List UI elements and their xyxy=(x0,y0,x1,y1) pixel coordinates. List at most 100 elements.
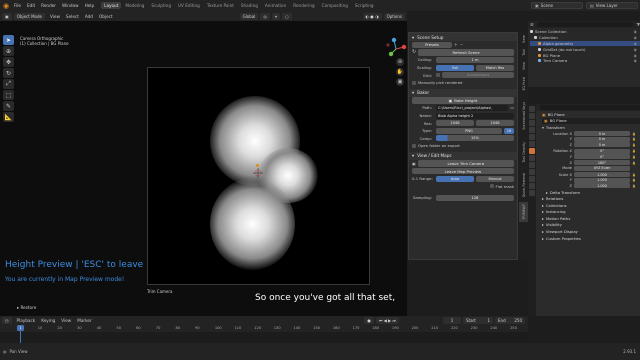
visibility-eye-icon[interactable]: ◉ xyxy=(634,41,637,46)
leave-trim-camera-button[interactable]: Leave Trim Camera xyxy=(417,160,514,167)
modifier-tab-icon[interactable] xyxy=(529,155,535,161)
visibility-eye-icon[interactable]: ◉ xyxy=(634,53,637,58)
object-name-field[interactable]: ▣ BG Plane xyxy=(542,118,640,124)
sidebar-tab-item[interactable]: Item xyxy=(519,32,528,46)
physics-tab-icon[interactable] xyxy=(529,169,535,175)
sampling-field[interactable]: 128 xyxy=(436,194,514,201)
view-layer-tab-icon[interactable] xyxy=(529,127,535,133)
scale-x-field[interactable]: 1.000 xyxy=(574,172,630,178)
outliner-item[interactable]: Trim Camera ◉ xyxy=(530,58,640,64)
tab-rendering[interactable]: Rendering xyxy=(290,2,317,9)
properties-search-input[interactable] xyxy=(540,105,640,110)
rotate-tool-icon[interactable]: ↻ xyxy=(3,68,14,78)
zoom-icon[interactable]: ⊕ xyxy=(396,58,404,66)
scale-z-field[interactable]: 1.000 xyxy=(574,183,630,189)
move-tool-icon[interactable]: ✥ xyxy=(3,57,14,67)
sidebar-tab-tool-density[interactable]: Tool Density xyxy=(519,136,528,169)
outliner-search-input[interactable] xyxy=(536,22,634,27)
tool-tab-icon[interactable] xyxy=(529,106,535,112)
bit-depth-button[interactable]: 16 xyxy=(504,127,514,134)
viewport-shading-buttons[interactable]: ◐ ● ◑ xyxy=(362,12,382,20)
current-frame-field[interactable]: 1 xyxy=(443,317,461,324)
particles-tab-icon[interactable] xyxy=(529,162,535,168)
range-auto-button[interactable]: Auto xyxy=(436,175,474,182)
menu-help[interactable]: Help xyxy=(82,3,98,8)
cursor-tool-icon[interactable]: ⊕ xyxy=(3,46,14,56)
menu-window[interactable]: Window xyxy=(59,3,82,8)
timeline-ruler[interactable]: 1102030405060708090100110120130140150160… xyxy=(0,325,528,332)
pan-hand-icon[interactable]: ✋ xyxy=(396,68,404,76)
file-type-dropdown[interactable]: PNG xyxy=(436,127,502,134)
tab-shading[interactable]: Shading xyxy=(238,2,261,9)
timeline-menu-playback[interactable]: Playback xyxy=(14,318,39,323)
menu-edit[interactable]: Edit xyxy=(24,3,38,8)
grid-checkbox[interactable] xyxy=(436,73,440,78)
tab-uv-editing[interactable]: UV Editing xyxy=(175,2,203,9)
path-field[interactable]: C:\Users\Ricci_project\Alphas\ xyxy=(436,104,509,111)
sidebar-tab-3d-print[interactable]: 3D-Print xyxy=(519,73,528,96)
folder-icon[interactable]: ▭ xyxy=(510,105,514,110)
transform-orientation-dropdown[interactable]: Global xyxy=(239,12,259,20)
lock-icon[interactable]: 🔓 xyxy=(632,178,636,182)
ceiling-field[interactable]: 1 m xyxy=(436,56,514,63)
bake-height-button[interactable]: ▣ Bake Height xyxy=(412,97,514,104)
refresh-scene-button[interactable]: Refresh Scene xyxy=(418,49,514,56)
lock-icon[interactable]: 🔓 xyxy=(632,143,636,147)
resolution-x-field[interactable]: 2048 xyxy=(436,120,474,127)
visibility-eye-icon[interactable]: ◉ xyxy=(634,58,637,63)
rotation-y-field[interactable]: 0° xyxy=(574,154,630,160)
lock-icon[interactable]: 🔓 xyxy=(632,149,636,153)
range-manual-button[interactable]: Manual xyxy=(476,175,514,182)
render-tab-icon[interactable] xyxy=(529,113,535,119)
section-custom-properties[interactable]: ▸ Custom Properties xyxy=(540,235,640,242)
blender-logo-icon[interactable]: ◉ xyxy=(1,1,11,10)
end-frame-field[interactable]: End 250 xyxy=(495,317,525,324)
section-visibility[interactable]: ▸ Visibility xyxy=(540,222,640,229)
compression-slider[interactable]: 15% xyxy=(436,135,514,142)
timeline-menu-marker[interactable]: Marker xyxy=(74,318,94,323)
material-tab-icon[interactable] xyxy=(529,190,535,196)
lock-icon[interactable]: 🔓 xyxy=(632,155,636,159)
tab-layout[interactable]: Layout xyxy=(101,2,122,9)
name-field[interactable]: Blob Alpha height 2 xyxy=(436,112,514,119)
scaling-set-button[interactable]: Set xyxy=(436,64,474,71)
delta-transform-header[interactable]: ▸ Delta Transform xyxy=(540,189,640,196)
sidebar-tab-tool[interactable]: Tool xyxy=(519,46,528,60)
constraints-tab-icon[interactable] xyxy=(529,176,535,182)
lock-icon[interactable]: 🔓 xyxy=(632,173,636,177)
tab-sculpting[interactable]: Sculpting xyxy=(148,2,174,9)
viewport-menu-view[interactable]: View xyxy=(47,14,63,19)
pivot-button[interactable]: ◎ xyxy=(260,12,270,20)
open-folder-checkbox[interactable] xyxy=(412,143,416,148)
scale-y-field[interactable]: 1.000 xyxy=(574,177,630,183)
rotation-x-field[interactable]: 0° xyxy=(574,148,630,154)
section-relations[interactable]: ▸ Relations xyxy=(540,195,640,202)
rotation-mode-dropdown[interactable]: XYZ Euler xyxy=(574,165,630,171)
playback-controls[interactable]: ⏮ ◀ ▶ ⏭ xyxy=(375,317,399,324)
annotate-tool-icon[interactable]: ✎ xyxy=(3,101,14,111)
view-layer-selector[interactable]: ▤ View Layer xyxy=(586,2,638,9)
object-mode-dropdown[interactable]: Object Mode xyxy=(13,12,45,20)
menu-file[interactable]: File xyxy=(11,3,24,8)
3d-cursor-icon[interactable] xyxy=(253,168,263,178)
camera-view-icon[interactable]: ▣ xyxy=(396,78,404,86)
viewport-menu-object[interactable]: Object xyxy=(96,14,116,19)
location-x-field[interactable]: 0 m xyxy=(574,131,630,137)
timeline-editor-icon[interactable]: ◷ xyxy=(2,317,12,324)
sidebar-tab-view[interactable]: View xyxy=(519,59,528,73)
baker-header[interactable]: ▾ Baker xyxy=(409,88,517,97)
select-box-tool-icon[interactable]: ➤ xyxy=(3,35,14,45)
scene-setup-header[interactable]: ▾ Scene Setup xyxy=(409,33,517,41)
rotation-z-field[interactable]: 180° xyxy=(574,160,630,166)
measure-tool-icon[interactable]: 📐 xyxy=(3,112,14,122)
preset-remove-icon[interactable]: － xyxy=(460,42,464,48)
manual-pick-checkbox[interactable] xyxy=(412,80,416,85)
transform-tool-icon[interactable]: ⬚ xyxy=(3,90,14,100)
lock-icon[interactable]: 🔓 xyxy=(632,132,636,136)
section-viewport-display[interactable]: ▸ Viewport Display xyxy=(540,228,640,235)
scene-tab-icon[interactable] xyxy=(529,134,535,140)
flat-mask-checkbox[interactable] xyxy=(489,184,494,189)
sidebar-tab-trimmap[interactable]: TRIMMAP xyxy=(519,201,528,223)
lock-icon[interactable]: 🔓 xyxy=(632,184,636,188)
adjust-last-operation-panel[interactable]: ▸ Restore xyxy=(17,305,36,310)
